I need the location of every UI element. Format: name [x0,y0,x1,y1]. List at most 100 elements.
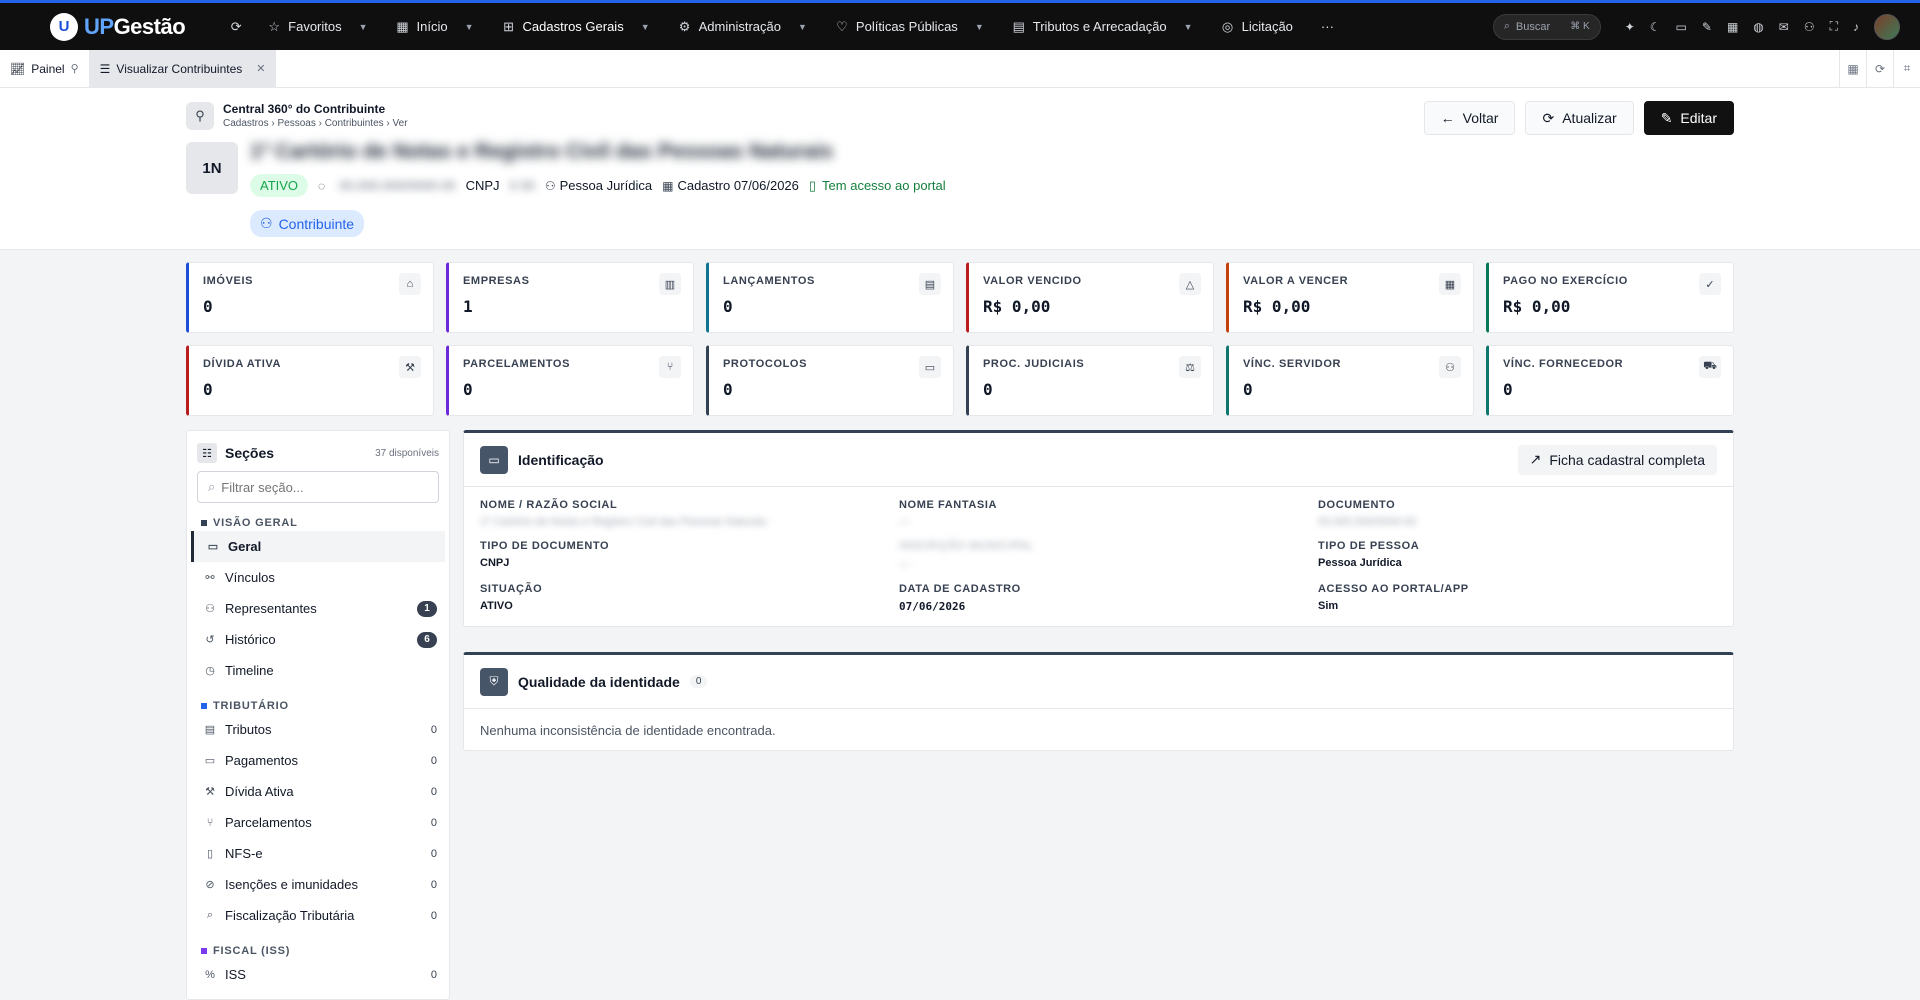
focus-icon[interactable]: ⌗ [1893,49,1920,88]
nav-inicio[interactable]: ▦ Início ▼ [382,19,488,35]
back-button[interactable]: ← Voltar [1423,101,1516,135]
field-label: NOME / RAZÃO SOCIAL [480,499,618,511]
bell-icon[interactable]: ♪ [1853,20,1859,34]
sections-header: ☷ Seções 37 disponíveis [187,431,449,471]
sidebar-item-fiscalizacao-tributaria[interactable]: ⌕ Fiscalização Tributária 0 [187,900,449,931]
kpi-card[interactable]: DÍVIDA ATIVA 0 ⚒ [186,345,434,416]
edit-button[interactable]: ✎ Editar [1643,101,1734,135]
count-badge: 0 [430,723,437,736]
nav-politicas-publicas[interactable]: ♡ Políticas Públicas ▼ [821,18,998,35]
split-icon: ⑂ [206,816,214,829]
shield-icon: ⛨ [480,667,508,696]
section-filter-input[interactable] [221,479,422,495]
sidebar-item-label: ISS [225,967,246,982]
kpi-card[interactable]: PARCELAMENTOS 0 ⑂ [446,345,694,416]
refresh-button[interactable]: ⟳ Atualizar [1525,101,1634,135]
fullscreen-icon[interactable]: ⛶ [1830,19,1838,34]
building-icon: ▥ [659,273,681,295]
sitemap-icon[interactable]: ⚇ [1804,20,1815,34]
calendar-icon[interactable]: ▦ [1727,20,1738,34]
section-filter[interactable]: ⌕ [197,471,439,503]
kpi-label: VÍNC. FORNECEDOR [1503,358,1624,370]
sidebar-item-timeline[interactable]: ◷ Timeline [187,655,449,686]
sidebar-item-divida-ativa[interactable]: ⚒ Dívida Ativa 0 [187,776,449,807]
sidebar-item-vinculos[interactable]: ⚯ Vínculos [187,562,449,593]
scales-icon: ⚖ [1179,356,1201,378]
inbox-icon: ▭ [919,356,941,378]
kpi-value: R$ 0,00 [1243,297,1311,316]
kpi-value: 0 [983,380,993,399]
chevron-down-icon: ▼ [1183,21,1193,32]
sidebar-item-geral[interactable]: ▭ Geral [191,531,445,562]
count-badge: 0 [430,847,437,860]
field-value: 07/06/2026 [899,600,966,613]
sidebar-item-parcelamentos[interactable]: ⑂ Parcelamentos 0 [187,807,449,838]
nav-licitacao[interactable]: ◎ Licitação [1207,19,1307,35]
arrow-left-icon: ← [1440,110,1455,126]
chevron-down-icon: ▼ [798,21,807,32]
grid-icon[interactable]: ▦ [1839,49,1866,88]
kpi-card[interactable]: PAGO NO EXERCÍCIO R$ 0,00 ✓ [1486,262,1734,333]
group-marker-icon [201,520,207,526]
nav-tributos-arrecadacao[interactable]: ▤ Tributos e Arrecadação ▼ [998,19,1207,35]
tab-painel[interactable]: 📈︎ Painel ⚲ [0,50,90,87]
portal-access: ▯ Tem acesso ao portal [808,177,946,194]
heart-icon: ♡ [836,18,848,34]
sparkles-icon[interactable]: ✦ [1625,20,1635,34]
nav-more[interactable]: ··· [1307,19,1348,34]
sidebar-item-iss[interactable]: % ISS 0 [187,959,449,990]
nav-cadastros-gerais[interactable]: ⊞ Cadastros Gerais ▼ [488,19,664,35]
moon-icon[interactable]: ☾ [1650,20,1661,34]
kpi-card[interactable]: PROC. JUDICIAIS 0 ⚖ [966,345,1214,416]
kpi-card[interactable]: VÍNC. FORNECEDOR 0 ⛟ [1486,345,1734,416]
sidebar-item-tributos[interactable]: ▤ Tributos 0 [187,714,449,745]
sidebar-item-pagamentos[interactable]: ▭ Pagamentos 0 [187,745,449,776]
chat-icon[interactable]: ▭ [1676,20,1687,34]
document-extra: 0 00 [509,178,535,193]
kpi-value: 0 [1243,380,1253,399]
refresh-icon[interactable]: ⟳ [229,19,243,34]
search-icon: ⌕ [208,479,216,494]
field-label: INSCRIÇÃO MUNICIPAL [899,540,1034,552]
sidebar-item-isencoes-e-imunidades[interactable]: ⊘ Isenções e imunidades 0 [187,869,449,900]
kpi-card[interactable]: VALOR A VENCER R$ 0,00 ▦ [1226,262,1474,333]
kpi-card[interactable]: EMPRESAS 1 ▥ [446,262,694,333]
sidebar-item-label: Representantes [225,601,317,616]
kpi-card[interactable]: LANÇAMENTOS 0 ▤ [706,262,954,333]
sidebar-item-nfs-e[interactable]: ▯ NFS-e 0 [187,838,449,869]
top-navbar: U UPGestão ⟳ ☆ Favoritos ▼ ▦ Início ▼ ⊞ Cadas… [0,0,1920,50]
sidebar-item-label: Geral [228,539,262,554]
document-icon: ▤ [919,273,941,295]
sidebar-item-representantes[interactable]: ⚇ Representantes 1 [187,593,449,624]
edit-icon[interactable]: ✎ [1702,20,1712,34]
kpi-label: VÍNC. SERVIDOR [1243,358,1342,370]
role-badge: ⚇ Contribuinte [250,210,365,237]
count-badge: 0 [430,909,437,922]
full-record-button[interactable]: ↗ Ficha cadastral completa [1517,444,1717,475]
tab-visualizar-contribuintes[interactable]: ☰ Visualizar Contribuintes ✕ [89,50,277,87]
close-icon[interactable]: ✕ [256,62,265,75]
mail-icon[interactable]: ✉ [1779,20,1789,34]
calendar-icon: ▦ [1439,273,1461,295]
reload-icon[interactable]: ⟳ [1866,49,1893,88]
phone-icon: ▯ [808,177,817,193]
pin-icon[interactable]: ⚲ [71,62,79,75]
identification-field: INSCRIÇÃO MUNICIPAL — [899,540,1318,573]
nav-administracao[interactable]: ⚙ Administração ▼ [664,19,821,35]
nav-favoritos[interactable]: ☆ Favoritos ▼ [253,19,381,35]
chevron-down-icon: ▼ [640,21,650,32]
identification-field: DOCUMENTO 00.000.000/0000-00 [1318,499,1718,530]
globe-icon[interactable]: ◍ [1753,20,1763,34]
sidebar-item-historico[interactable]: ↺ Histórico 6 [187,624,449,655]
app-logo[interactable]: U UPGestão [50,12,186,41]
sidebar-item-label: Timeline [225,663,274,678]
avatar[interactable] [1874,13,1900,40]
kpi-card[interactable]: IMÓVEIS 0 ⌂ [186,262,434,333]
kpi-card[interactable]: VÍNC. SERVIDOR 0 ⚇ [1226,345,1474,416]
kpi-card[interactable]: VALOR VENCIDO R$ 0,00 △ [966,262,1214,333]
global-search[interactable]: ⌕ Buscar ⌘ K [1492,13,1601,40]
kpi-card[interactable]: PROTOCOLOS 0 ▭ [706,345,954,416]
chevron-down-icon: ▼ [358,21,368,32]
user-icon: ⚇ [260,215,273,231]
sections-sidebar: ☷ Seções 37 disponíveis ⌕ VISÃO GERAL ▭ Ge… [186,430,450,1000]
